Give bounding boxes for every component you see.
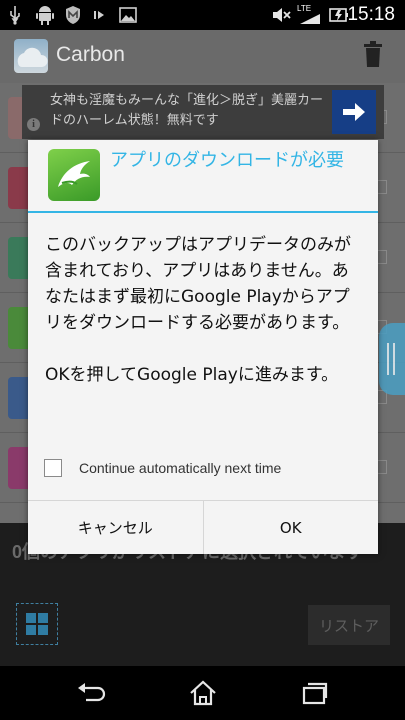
continue-automatically-checkbox[interactable] <box>44 459 62 477</box>
ad-info-icon[interactable]: i <box>27 118 40 131</box>
gallery-icon <box>118 5 138 25</box>
cancel-button[interactable]: キャンセル <box>28 501 203 554</box>
continue-automatically-label: Continue automatically next time <box>79 460 282 476</box>
ad-text: 女神も淫魔もみーんな「進化＞脱ぎ」美麗カードのハーレム状態！無料です <box>50 93 324 128</box>
android-icon <box>34 5 56 25</box>
navigation-bar <box>0 666 405 720</box>
dialog-message-paragraph: OKを押してGoogle Playに進みます。 <box>45 365 339 385</box>
trash-icon[interactable] <box>363 41 383 69</box>
status-bar: LTE 15:18 <box>0 0 405 30</box>
dialog-header: アプリのダウンロードが必要 <box>28 140 378 212</box>
ad-arrow-button[interactable] <box>332 90 376 134</box>
media-icon <box>92 5 110 25</box>
network-type-label: LTE <box>297 4 312 13</box>
dialog-title: アプリのダウンロードが必要 <box>110 150 344 171</box>
app-title: Carbon <box>56 43 125 66</box>
mute-icon <box>270 5 292 25</box>
action-bar: Carbon <box>0 30 405 83</box>
dialog-message-paragraph: このバックアップはアプリデータのみが含まれており、アプリはありません。あなたはま… <box>45 235 351 333</box>
restore-button[interactable]: リストア <box>308 605 390 645</box>
app-logo-icon <box>14 39 48 73</box>
continue-automatically-row[interactable]: Continue automatically next time <box>44 458 364 478</box>
recent-apps-icon[interactable] <box>300 680 330 706</box>
dialog-button-bar: キャンセル OK <box>28 500 378 554</box>
home-icon[interactable] <box>188 680 218 706</box>
dolphin-browser-icon <box>48 149 100 201</box>
grid-icon[interactable] <box>16 603 58 645</box>
status-clock: 15:18 <box>347 4 395 25</box>
signal-icon: LTE <box>297 5 323 25</box>
download-required-dialog: アプリのダウンロードが必要 このバックアップはアプリデータのみが含まれており、ア… <box>28 140 378 554</box>
back-icon[interactable] <box>76 680 106 706</box>
drawer-handle[interactable] <box>379 323 405 395</box>
battery-icon <box>329 5 349 25</box>
dialog-title-divider <box>28 211 378 213</box>
mcafee-icon <box>63 5 83 25</box>
ok-button[interactable]: OK <box>202 501 379 554</box>
dialog-message: このバックアップはアプリデータのみが含まれており、アプリはありません。あなたはま… <box>45 232 363 388</box>
ad-banner[interactable]: i 女神も淫魔もみーんな「進化＞脱ぎ」美麗カードのハーレム状態！無料です <box>22 85 384 139</box>
usb-icon <box>8 5 22 25</box>
arrow-right-icon <box>343 103 365 121</box>
